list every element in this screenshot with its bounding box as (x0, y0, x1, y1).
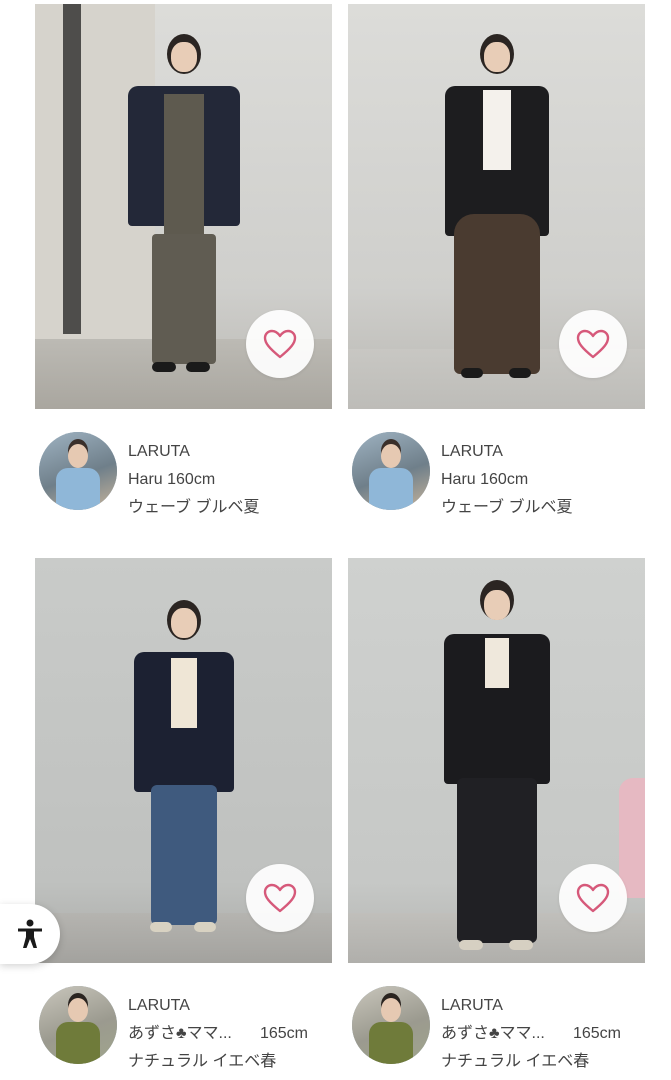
outfit-photo[interactable] (35, 4, 332, 409)
avatar[interactable] (352, 432, 430, 510)
brand-name: LARUTA (441, 443, 503, 460)
pink-chair (619, 778, 645, 898)
brand-name: LARUTA (128, 443, 190, 460)
brand-name: LARUTA (441, 997, 503, 1014)
accessibility-person-icon (18, 919, 42, 948)
heart-outline-icon (576, 883, 610, 913)
model-figure (437, 580, 557, 950)
like-button[interactable] (246, 310, 314, 378)
author-info[interactable]: LARUTA Haru 160cm ウェーブ ブルベ夏 (348, 430, 645, 516)
like-button[interactable] (246, 864, 314, 932)
model-figure (437, 34, 557, 384)
heart-outline-icon (263, 883, 297, 913)
model-figure (124, 34, 244, 384)
author-info[interactable]: LARUTA Haru 160cm ウェーブ ブルベ夏 (35, 430, 332, 516)
avatar[interactable] (352, 986, 430, 1064)
photo-door (63, 4, 81, 334)
user-name-height: Haru 160cm (441, 471, 529, 488)
avatar[interactable] (39, 432, 117, 510)
user-height: 165cm (259, 1025, 308, 1042)
brand-name: LARUTA (128, 997, 190, 1014)
outfit-card[interactable]: LARUTA あずさ♣ママ... 165cm ナチュラル イエベ春 (348, 558, 645, 1070)
heart-outline-icon (576, 329, 610, 359)
outfit-photo[interactable] (348, 4, 645, 409)
user-height: 165cm (572, 1025, 621, 1042)
user-name: あずさ♣ママ... (128, 1025, 232, 1042)
accessibility-button[interactable] (0, 904, 60, 964)
body-type: ナチュラル イエベ春 (128, 1053, 277, 1070)
heart-outline-icon (263, 329, 297, 359)
outfit-photo[interactable] (35, 558, 332, 963)
author-info[interactable]: LARUTA あずさ♣ママ... 165cm ナチュラル イエベ春 (35, 984, 332, 1070)
body-type: ウェーブ ブルベ夏 (441, 499, 573, 516)
user-name-height: あずさ♣ママ... 165cm (441, 1020, 621, 1048)
outfit-photo[interactable] (348, 558, 645, 963)
model-figure (124, 600, 244, 940)
user-name: あずさ♣ママ... (441, 1025, 545, 1042)
user-name-height: Haru 160cm (128, 471, 216, 488)
like-button[interactable] (559, 864, 627, 932)
outfit-card[interactable]: LARUTA あずさ♣ママ... 165cm ナチュラル イエベ春 (35, 558, 332, 1070)
outfit-card[interactable]: LARUTA Haru 160cm ウェーブ ブルベ夏 (35, 4, 332, 516)
body-type: ウェーブ ブルベ夏 (128, 499, 260, 516)
avatar[interactable] (39, 986, 117, 1064)
user-name-height: あずさ♣ママ... 165cm (128, 1020, 308, 1048)
like-button[interactable] (559, 310, 627, 378)
outfit-card[interactable]: LARUTA Haru 160cm ウェーブ ブルベ夏 (348, 4, 645, 516)
author-info[interactable]: LARUTA あずさ♣ママ... 165cm ナチュラル イエベ春 (348, 984, 645, 1070)
body-type: ナチュラル イエベ春 (441, 1053, 590, 1070)
